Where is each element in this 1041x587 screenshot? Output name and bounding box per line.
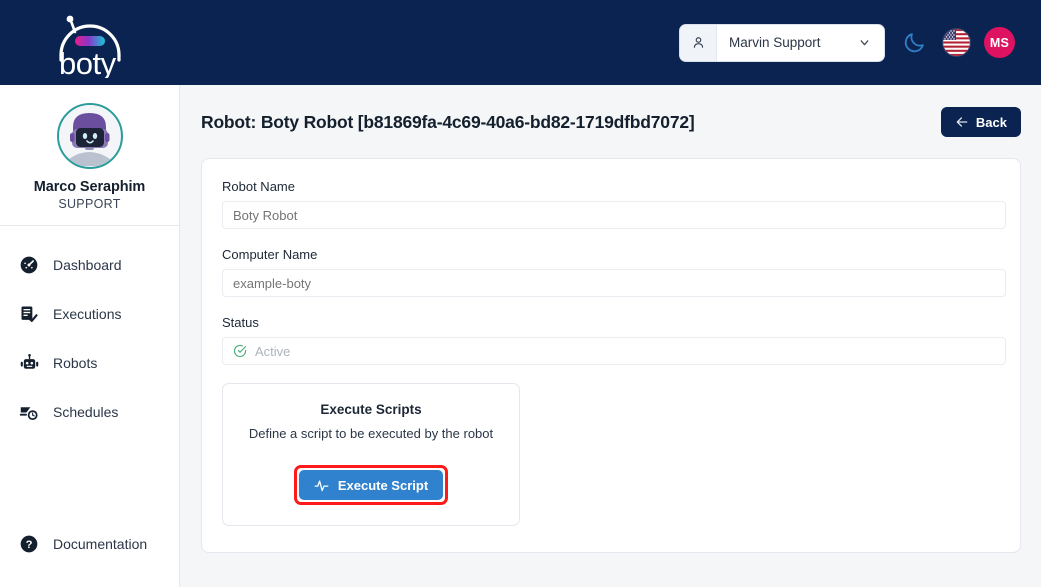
sidebar-item-documentation[interactable]: ? Documentation <box>0 531 180 557</box>
sidebar-nav: Dashboard Executions Robots Schedules ? … <box>0 226 179 553</box>
field-label: Robot Name <box>222 179 295 194</box>
chevron-down-icon[interactable] <box>858 36 884 49</box>
person-icon <box>680 24 717 61</box>
sidebar: Marco Seraphim SUPPORT Dashboard Executi… <box>0 85 180 587</box>
user-select-value: Marvin Support <box>729 35 821 50</box>
execute-script-highlight: Execute Script <box>293 465 449 505</box>
robot-avatar <box>56 103 123 169</box>
status-value: Active <box>255 343 291 359</box>
field-computer-name: Computer Name <box>222 247 1006 297</box>
execute-scripts-title: Execute Scripts <box>320 402 422 417</box>
boty-logo-svg: boty <box>59 15 121 81</box>
execute-scripts-subtitle: Define a script to be executed by the ro… <box>248 426 494 441</box>
boty-logo-icon: boty <box>47 8 133 81</box>
sidebar-item-dashboard[interactable]: Dashboard <box>0 252 179 278</box>
sidebar-item-schedules[interactable]: Schedules <box>0 399 179 425</box>
robot-icon <box>18 352 40 374</box>
sidebar-item-label: Robots <box>53 355 98 371</box>
field-label: Status <box>222 315 259 330</box>
status-input[interactable]: Active <box>222 337 1006 365</box>
main-content: Robot: Boty Robot [b81869fa-4c69-40a6-bd… <box>180 85 1041 587</box>
robot-details-card: Robot Name Computer Name Status Active <box>201 158 1021 553</box>
sidebar-nav-bottom: ? Documentation <box>0 531 180 580</box>
execute-script-button-label: Execute Script <box>337 477 429 493</box>
question-circle-icon: ? <box>18 533 40 555</box>
avatar[interactable]: MS <box>984 27 1015 58</box>
brand-logo[interactable]: boty <box>0 0 180 85</box>
computer-name-input[interactable] <box>222 269 1006 297</box>
back-button-label: Back <box>975 114 1007 130</box>
page-header: Robot: Boty Robot [b81869fa-4c69-40a6-bd… <box>180 85 1041 137</box>
profile-name: Marco Seraphim <box>33 179 146 195</box>
execute-scripts-card: Execute Scripts Define a script to be ex… <box>222 383 520 526</box>
profile-role: SUPPORT <box>58 197 121 211</box>
user-select-dropdown[interactable]: Marvin Support <box>679 23 885 62</box>
sidebar-item-label: Schedules <box>53 404 119 420</box>
sidebar-item-label: Dashboard <box>53 257 122 273</box>
field-label: Computer Name <box>222 247 318 262</box>
list-check-icon <box>18 303 40 325</box>
field-status: Status Active <box>222 315 1006 365</box>
svg-text:boty: boty <box>59 46 117 78</box>
page-title: Robot: Boty Robot [b81869fa-4c69-40a6-bd… <box>201 111 695 132</box>
topbar-actions: Marvin Support MS <box>679 23 1041 62</box>
app-root: boty Marvin Support MS Marco Seraphim SU… <box>0 0 1041 587</box>
activity-pulse-icon <box>314 478 329 493</box>
svg-text:?: ? <box>26 539 33 551</box>
sidebar-item-robots[interactable]: Robots <box>0 350 179 376</box>
sidebar-item-label: Documentation <box>53 536 148 552</box>
check-circle-icon <box>233 344 247 358</box>
schedule-clock-icon <box>18 401 40 423</box>
sidebar-item-label: Executions <box>53 306 122 322</box>
robot-name-input[interactable] <box>222 201 1006 229</box>
back-button[interactable]: Back <box>940 107 1021 137</box>
top-bar: boty Marvin Support MS <box>0 0 1041 85</box>
gauge-icon <box>18 254 40 276</box>
sidebar-item-executions[interactable]: Executions <box>0 301 179 327</box>
arrow-left-icon <box>955 115 969 129</box>
field-robot-name: Robot Name <box>222 179 1006 229</box>
moon-icon[interactable] <box>899 28 929 58</box>
execute-script-button[interactable]: Execute Script <box>298 470 444 500</box>
us-flag-icon[interactable] <box>943 29 970 56</box>
robot-avatar-svg <box>59 105 120 166</box>
sidebar-profile: Marco Seraphim SUPPORT <box>0 85 179 211</box>
